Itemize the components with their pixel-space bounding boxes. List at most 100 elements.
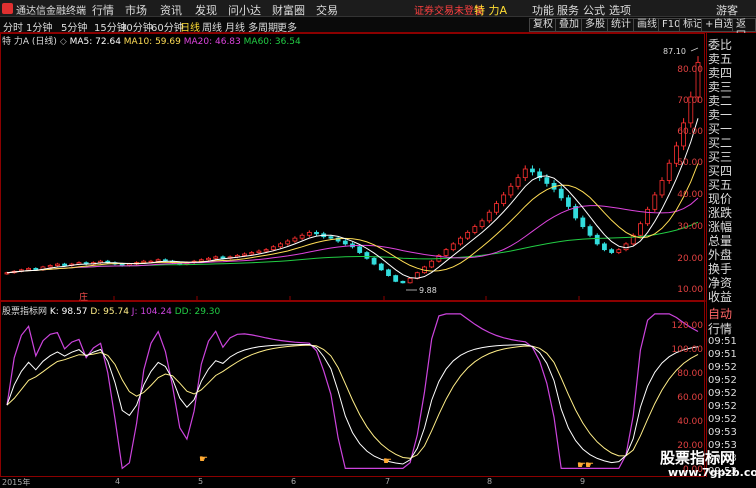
main-y-label: 50.00 [677,158,703,168]
period-monthly[interactable]: 月线 [225,19,245,34]
high-price-label: 87.10 [663,47,686,56]
x-axis-label: 4 [115,477,121,486]
period-daily[interactable]: 日线 [180,19,200,34]
tick-time: 09:51 [708,349,737,360]
candle-body [587,226,593,236]
quote-tab[interactable]: 行情 [708,320,732,337]
candle-body [270,246,276,251]
menu-item-gongshi[interactable]: 公式 [583,2,605,18]
indicator-svg: ☛ ☛ ☛ ☛ [6,313,699,471]
menu-item-zixun[interactable]: 资讯 [160,2,182,18]
period-5min[interactable]: 5分钟 [61,19,87,34]
x-axis: 2015年 4 5 6 7 8 9 [0,477,705,487]
indicator-y-label: 60.00 [677,393,703,403]
candle-body [522,168,528,179]
app-title: 通达信金融终端 [16,6,86,17]
indicator-name[interactable]: 股票指标网 [2,307,47,317]
quote-label: 收益 [708,290,733,304]
back-button[interactable]: 返回 [732,18,756,42]
candle-body [47,265,53,268]
tick-time: 09:52 [708,388,737,399]
tick-time: 09:52 [708,401,737,412]
indicator-d-value: D: 95.74 [90,307,129,317]
candle-body [450,243,456,251]
overlay-button[interactable]: 叠加 [555,18,583,32]
period-1min[interactable]: 1分钟 [26,19,52,34]
main-y-label: 80.00 [677,65,703,75]
menu-item-xuanxiang[interactable]: 选项 [609,2,631,18]
hand-signal-icon: ☛ [199,454,208,465]
candle-body [299,234,305,239]
period-multi[interactable]: 多周期 [248,19,278,34]
candle-body [148,260,154,263]
menu-item-jiaoyi[interactable]: 交易 [316,2,338,18]
main-y-label: 40.00 [677,190,703,200]
period-60min[interactable]: 60分钟 [151,19,184,34]
candle-body [342,240,348,245]
candle-body [486,211,492,222]
draw-line-button[interactable]: 画线 [633,18,661,32]
ma20-value: MA20: 46.83 [183,37,241,47]
main-y-label: 60.00 [677,127,703,137]
candle-body [652,194,658,210]
candle-body [508,185,514,196]
candle-body [407,278,413,284]
ma5-value: MA5: 72.64 [69,37,121,47]
candle-body [256,250,262,253]
candle-body [242,253,247,256]
candle-body [249,252,255,255]
candle-body [501,194,507,204]
indicator-chart-area[interactable]: ☛ ☛ ☛ ☛ [0,301,705,477]
candle-body [609,249,615,253]
period-fenshi[interactable]: 分时 [3,19,23,34]
kline-chart-area[interactable]: 87.10 9.88 庄 [0,33,706,302]
candle-body [465,231,471,239]
candle-body [119,263,125,266]
quote-side-panel: 委比 卖五 卖四 卖三 卖二 卖一 买一 买二 买三 买四 买五 现价 涨跌 涨… [706,33,756,477]
indicator-k-line [6,344,699,465]
hand-signal-icon: ☛ [383,456,392,467]
period-weekly[interactable]: 周线 [202,19,222,34]
period-more[interactable]: 更多 [277,19,297,34]
indicator-y-label: 100.00 [671,345,704,355]
indicator-y-label: 120.00 [671,321,704,331]
candle-body [530,168,535,173]
menu-item-gongneng[interactable]: 功能 [532,2,554,18]
x-axis-label: 5 [198,477,204,486]
indicator-j-line [6,313,699,470]
main-y-label: 20.00 [677,254,703,264]
menu-item-hangqing[interactable]: 行情 [92,2,114,18]
x-axis-label: 6 [291,477,297,486]
period-30min[interactable]: 30分钟 [120,19,153,34]
menu-item-faxian[interactable]: 发现 [195,2,217,18]
candle-body [602,243,607,251]
candle-body [479,220,485,228]
main-y-label: 10.00 [677,285,703,295]
menu-item-wenxiaoda[interactable]: 问小达 [228,2,261,18]
main-y-label: 30.00 [677,222,703,232]
kline-chart-svg: 87.10 9.88 庄 [1,47,706,302]
candle-body [666,162,672,181]
indicator-dd-value: DD: 29.30 [174,307,221,317]
ma-toggle-icon[interactable]: ◇ [60,37,67,47]
candle-body [443,249,449,256]
candle-body [328,236,334,239]
candle-body [429,260,435,268]
multi-stock-button[interactable]: 多股 [581,18,609,32]
tick-time: 09:53 [708,427,737,438]
candle-body [33,267,39,271]
candle-body [306,231,312,236]
tick-time: 09:52 [708,414,737,425]
adjust-button[interactable]: 复权 [529,18,557,32]
candle-body [594,234,600,245]
main-info-line: 特 力A (日线) ◇ MA5: 72.64 MA10: 59.69 MA20:… [2,34,301,47]
candle-body [314,231,319,235]
menu-item-shichang[interactable]: 市场 [125,2,147,18]
indicator-y-label: 40.00 [677,417,703,427]
candle-body [292,237,298,242]
menu-item-fuwu[interactable]: 服务 [557,2,579,18]
statistics-button[interactable]: 统计 [607,18,635,32]
low-price-label: 9.88 [419,286,437,295]
menu-item-caifuquan[interactable]: 财富圈 [272,2,305,18]
guest-label[interactable]: 游客 [716,2,738,18]
